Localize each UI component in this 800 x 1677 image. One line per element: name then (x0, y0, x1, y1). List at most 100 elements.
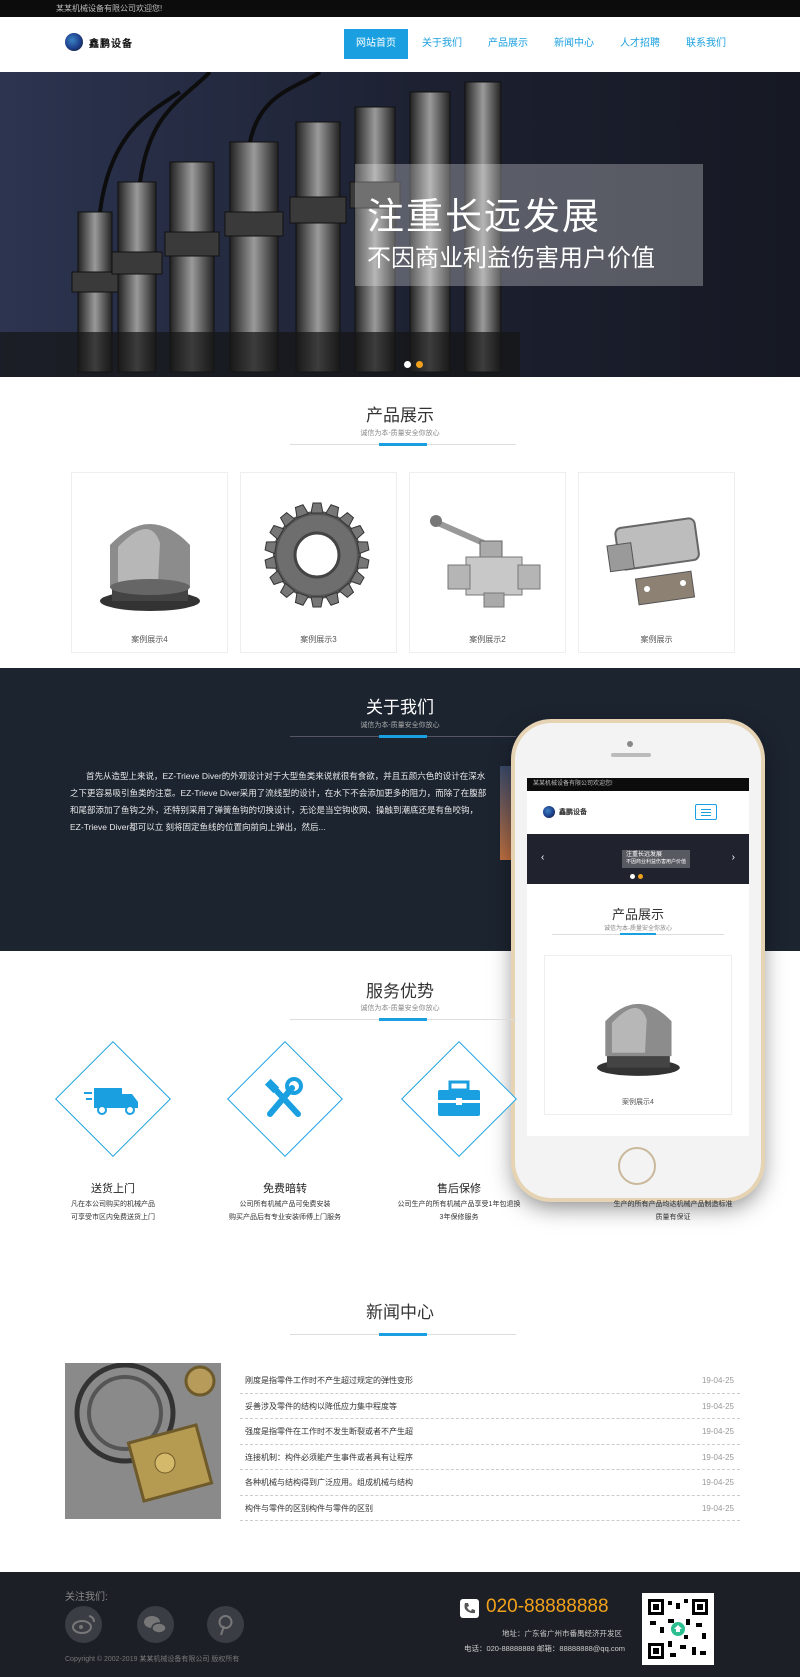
news-divider (290, 1333, 516, 1336)
phone-banner-prev-icon[interactable]: ‹ (541, 852, 544, 863)
service-desc-line: 购买产品后有专业安装师傅上门服务 (229, 1214, 341, 1221)
news-item[interactable]: 构件与零件的区别构件与零件的区别 19-04-25 (240, 1496, 740, 1521)
follow-label: 关注我们: (65, 1592, 108, 1603)
phone-icon (460, 1599, 479, 1618)
news-item[interactable]: 妥善涉及零件的结构以降低应力集中程度等 19-04-25 (240, 1394, 740, 1419)
phone-mockup: 某某机械设备有限公司欢迎您! 鑫鹏设备 ‹ › 注重长远发展 不因商业利益伤害用… (515, 723, 761, 1198)
service-desc: 公司所有机械产品可免费安装 购买产品后有专业安装师傅上门服务 (212, 1198, 358, 1224)
site-logo[interactable]: 鑫鹏设备 (65, 33, 133, 51)
phone-banner-caption: 注重长远发展 不因商业利益伤害用户价值 (622, 850, 690, 868)
weibo-icon[interactable] (65, 1606, 102, 1643)
hero-caption-box: 注重长远发展 不因商业利益伤害用户价值 (355, 164, 703, 286)
nav-contact[interactable]: 联系我们 (674, 29, 738, 59)
logo-mark-icon (65, 33, 83, 51)
products-divider (290, 443, 516, 446)
nav-careers[interactable]: 人才招聘 (608, 29, 672, 59)
product-card-4[interactable]: 案例展示4 (71, 472, 228, 653)
hero-banner[interactable]: 注重长远发展 不因商业利益伤害用户价值 (0, 72, 800, 377)
hero-title: 注重长远发展 (367, 196, 601, 237)
phone-menu-icon[interactable] (695, 804, 717, 820)
phone-dot-1[interactable] (630, 874, 635, 879)
phone-divider (552, 933, 724, 935)
nav-products[interactable]: 产品展示 (476, 29, 540, 59)
valve-image (430, 515, 541, 608)
site-footer: 关注我们: Copyright © 2002-2019 某某机械设备有限公司 版… (0, 1572, 800, 1677)
news-item[interactable]: 刚度是指零件工作时不产生超过规定的弹性变形 19-04-25 (240, 1368, 740, 1394)
hero-subtitle: 不因商业利益伤害用户价值 (367, 245, 655, 272)
phone-banner-title: 注重长远发展 (626, 852, 663, 858)
product-card-2[interactable]: 案例展示2 (409, 472, 566, 653)
services-divider (290, 1018, 516, 1021)
service-desc-line: 可享受市区内免费送货上门 (71, 1214, 155, 1221)
service-title: 售后保修 (437, 1183, 481, 1195)
hero-dot-2[interactable] (416, 361, 423, 368)
news-item-title: 刚度是指零件工作时不产生超过规定的弹性变形 (245, 1376, 413, 1385)
service-desc-line: 质量有保证 (655, 1214, 691, 1221)
product-label: 案例展示3 (300, 635, 337, 644)
footer-contact: 电话：020-88888888 邮箱：88888888@qq.com (463, 1644, 625, 1653)
news-item-date: 19-04-25 (701, 1452, 734, 1462)
product-card-1[interactable]: 案例展示 (578, 472, 735, 653)
phone-camera (627, 741, 633, 747)
news-item-title: 连接机制：构件必须能产生事件或者具有让程序 (245, 1452, 413, 1462)
logo-text: 鑫鹏设备 (89, 38, 133, 50)
phone-speaker (611, 753, 651, 757)
toolbox-icon (438, 1080, 480, 1116)
qr-code-icon (642, 1593, 714, 1665)
services-subtitle: 诚信为本-质量安全你放心 (360, 1005, 440, 1012)
phone-banner[interactable]: ‹ › 注重长远发展 不因商业利益伤害用户价值 (527, 834, 749, 884)
services-title: 服务优势 (366, 982, 434, 1001)
product-label: 案例展示4 (131, 635, 168, 644)
phone-logo-icon (543, 806, 555, 818)
wechat-icon[interactable] (137, 1606, 174, 1643)
news-title: 新闻中心 (366, 1303, 434, 1322)
products-subtitle: 诚信为本-质量安全你放心 (360, 430, 440, 437)
nav-home[interactable]: 网站首页 (344, 29, 408, 59)
news-item[interactable]: 连接机制：构件必须能产生事件或者具有让程序 19-04-25 (240, 1445, 740, 1470)
phone-banner-sub: 不因商业利益伤害用户价值 (626, 859, 687, 865)
hero-pagination (404, 361, 428, 368)
news-item[interactable]: 强度是指零件在工作时不发生断裂或者不产生超 19-04-25 (240, 1419, 740, 1445)
service-desc-line: 公司所有机械产品可免费安装 (239, 1201, 331, 1208)
pinterest-icon[interactable] (207, 1606, 244, 1643)
tools-icon (264, 1077, 303, 1117)
product-label: 案例展示 (640, 635, 673, 644)
service-desc-line: 凡在本公司购买的机械产品 (71, 1201, 155, 1208)
product-label: 案例展示2 (469, 635, 506, 644)
service-desc-line: 生产的所有产品均达机械产品制造标准 (613, 1201, 733, 1208)
news-item-title: 各种机械与结构得到广泛应用。组成机械与结构 (245, 1478, 413, 1487)
product-card-3[interactable]: 案例展示3 (240, 472, 397, 653)
site-header: 鑫鹏设备 网站首页 关于我们 产品展示 新闻中心 人才招聘 联系我们 (0, 17, 800, 72)
truck-icon (84, 1088, 138, 1115)
news-item-date: 19-04-25 (701, 1401, 734, 1411)
about-text: 首先从造型上来说，EZ-Trieve Diver的外观设计对于大型鱼类来说就很有… (70, 771, 487, 832)
news-list: 刚度是指零件工作时不产生超过规定的弹性变形 19-04-25 妥善涉及零件的结构以… (240, 1368, 740, 1521)
latch-image (606, 517, 700, 606)
service-desc-line: 3年保修服务 (439, 1214, 479, 1221)
phone-welcome: 某某机械设备有限公司欢迎您! (527, 778, 749, 791)
service-desc: 公司生产的所有机械产品享受1年包退换 3年保修服务 (386, 1198, 532, 1224)
products-title: 产品展示 (366, 406, 434, 425)
hero-dot-1[interactable] (404, 361, 411, 368)
service-desc: 生产的所有产品均达机械产品制造标准 质量有保证 (600, 1198, 746, 1224)
about-divider (290, 735, 516, 738)
cap-part-image (100, 524, 200, 611)
phone-logo-text: 鑫鹏设备 (559, 809, 587, 816)
news-image[interactable] (65, 1363, 221, 1519)
clock-mechanism-image (65, 1363, 221, 1519)
news-item-date: 19-04-25 (701, 1478, 734, 1487)
nav-about[interactable]: 关于我们 (410, 29, 474, 59)
footer-phone[interactable]: 020-88888888 (486, 1596, 609, 1618)
phone-home-button (618, 1147, 656, 1185)
service-desc: 凡在本公司购买的机械产品 可享受市区内免费送货上门 (40, 1198, 186, 1224)
gear-image (264, 502, 370, 608)
phone-banner-next-icon[interactable]: › (732, 852, 735, 863)
about-title: 关于我们 (366, 698, 434, 717)
news-item[interactable]: 各种机械与结构得到广泛应用。组成机械与结构 19-04-25 (240, 1470, 740, 1496)
phone-dot-2[interactable] (638, 874, 643, 879)
phone-section-sub: 诚信为本-质量安全你放心 (604, 926, 672, 932)
news-item-title: 强度是指零件在工作时不发生断裂或者不产生超 (245, 1427, 413, 1436)
welcome-text: 某某机械设备有限公司欢迎您! (56, 4, 163, 13)
nav-news[interactable]: 新闻中心 (542, 29, 606, 59)
footer-address: 地址：广东省广州市番禺经济开发区 (502, 1629, 622, 1638)
